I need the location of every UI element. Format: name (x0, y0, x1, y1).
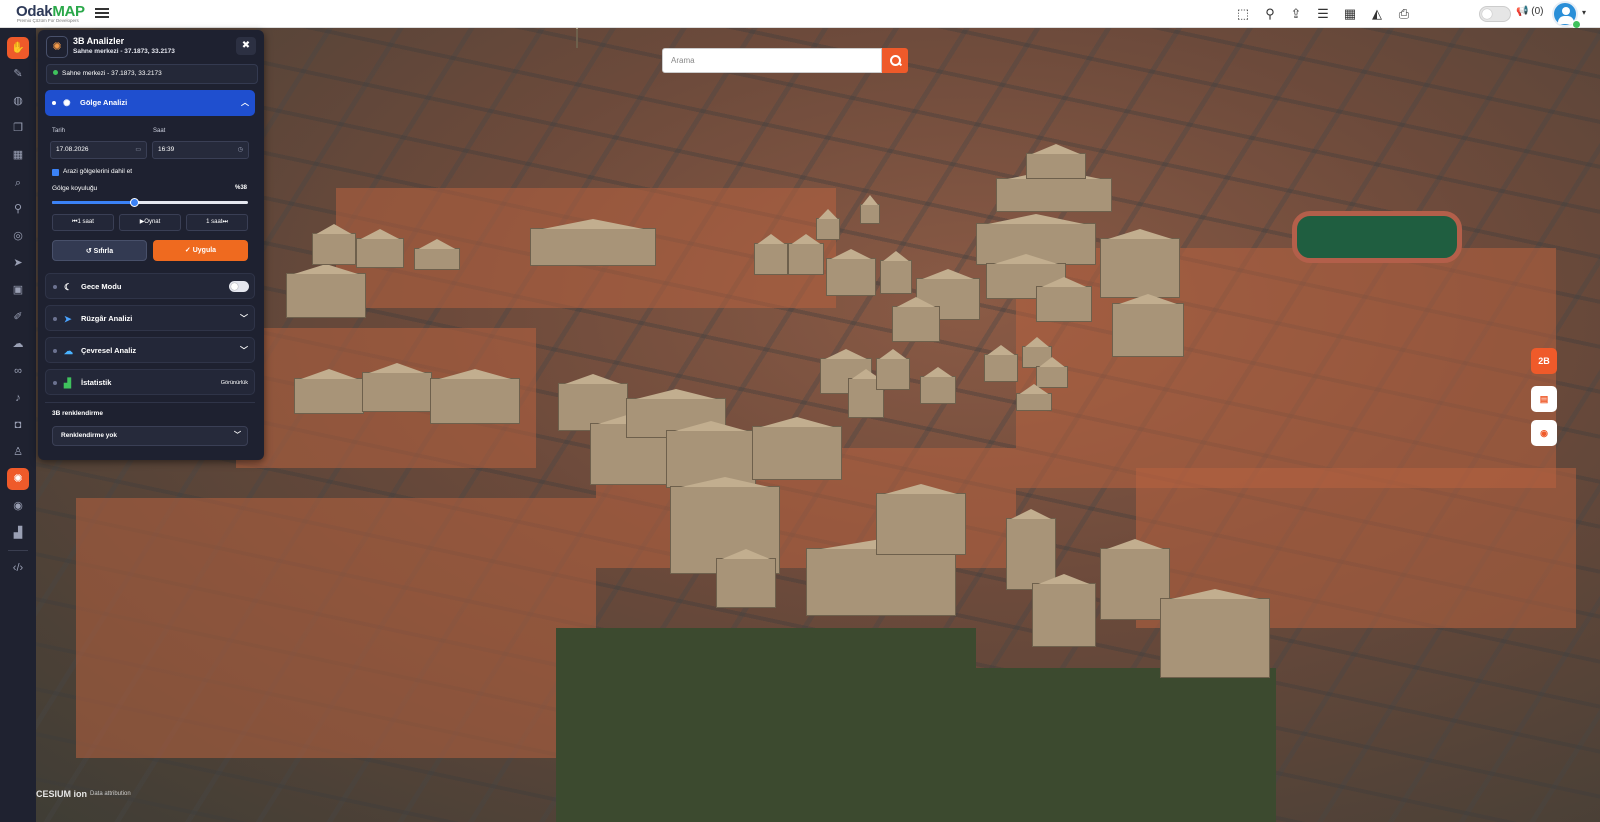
sun-icon: ✺ (63, 98, 71, 108)
reset-icon: ↺ (85, 248, 94, 255)
pin-icon[interactable]: ⚲ (7, 198, 29, 220)
stadium (1292, 211, 1462, 263)
bar-chart-icon: ▟ (64, 378, 71, 388)
date-input[interactable]: 17.08.2026 ▭ (50, 141, 147, 159)
map-layers-icon[interactable]: ▤ (1531, 386, 1557, 412)
date-label: Tarih (52, 128, 66, 134)
user-icon[interactable]: ♙ (7, 441, 29, 463)
view-mode-2b-button[interactable]: 2B (1531, 348, 1557, 374)
calendar-icon[interactable]: ▭ (135, 142, 141, 158)
reset-button[interactable]: ↺ Sıfırla (52, 240, 147, 261)
sun-analysis-icon[interactable]: ✺ (7, 468, 29, 490)
chevron-down-icon: ﹀ (240, 346, 248, 355)
section-shadow-analysis[interactable]: ✺ Gölge Analizi ︿ (45, 90, 255, 116)
brush-icon[interactable]: ✎ (7, 63, 29, 85)
left-tool-rail: ✋ ✎ ◍ ❐ ▦ ⌕ ⚲ ◎ ➤ ▣ ✐ ☁ ∞ ♪ ◘ ♙ ✺ ◉ ▟ ‹/… (0, 28, 36, 822)
panel-subtitle: Sahne merkezi - 37.1873, 33.2173 (73, 48, 175, 55)
close-panel-button[interactable]: ✖ (236, 37, 256, 55)
check-icon: ✓ (184, 247, 193, 254)
search-input[interactable]: Arama (662, 48, 882, 73)
slider-handle[interactable] (130, 198, 140, 207)
eye-icon[interactable]: ◉ (7, 495, 29, 517)
camera-icon[interactable]: ◘ (7, 414, 29, 436)
shadow-darkness-value: %38 (235, 185, 248, 191)
data-attribution-link[interactable]: Data attribution (90, 791, 131, 797)
link-icon[interactable]: ∞ (7, 360, 29, 382)
notifications-button[interactable]: 📢 (0) (1516, 6, 1543, 17)
top-bar: OdakMAP Premio Çözüm For Developers ⬚ ⚲ … (0, 0, 1600, 29)
3d-analysis-panel: ✺ 3B Analizler Sahne merkezi - 37.1873, … (38, 30, 264, 460)
upload-icon[interactable]: ⇪ (1287, 5, 1305, 23)
menu-toggle-button[interactable] (95, 6, 109, 20)
step-forward-hour-button[interactable]: 1 saat⏭ (186, 214, 248, 231)
night-mode-toggle[interactable] (229, 281, 249, 292)
compass-icon[interactable]: ◉ (1531, 420, 1557, 446)
visibility-link[interactable]: Görünürlük (221, 370, 248, 396)
chevron-down-icon: ﹀ (234, 432, 241, 439)
sliders-icon[interactable]: ☰ (1314, 5, 1332, 23)
step-back-hour-button[interactable]: ⏮1 saat (52, 214, 114, 231)
cloud-icon: ☁ (64, 346, 73, 356)
section-environmental-analysis[interactable]: ☁ Çevresel Analiz ﹀ (45, 337, 255, 363)
chevron-down-icon: ﹀ (240, 314, 248, 323)
navigation-arrow-icon: ➤ (64, 314, 72, 324)
search-button[interactable] (882, 48, 908, 73)
chevron-up-icon: ︿ (241, 98, 249, 107)
table-icon[interactable]: ▦ (7, 144, 29, 166)
section-night-mode[interactable]: ☾ Gece Modu (45, 273, 255, 299)
print-icon[interactable]: ⎙ (1395, 5, 1413, 23)
terrain-shadows-checkbox[interactable] (52, 169, 59, 176)
rail-divider (8, 550, 28, 551)
section-statistics[interactable]: ▟ İstatistik Görünürlük (45, 369, 255, 395)
play-button[interactable]: ▶Oynat (119, 214, 181, 231)
app-logo-subtitle: Premio Çözüm For Developers (17, 18, 79, 23)
measure-icon[interactable]: ⬚ (1234, 5, 1252, 23)
cloud-icon[interactable]: ☁ (7, 333, 29, 355)
chart-icon[interactable]: ▟ (7, 522, 29, 544)
bell-icon[interactable]: ♪ (7, 387, 29, 409)
3d-map-view[interactable] (36, 28, 1600, 822)
code-icon[interactable]: ‹/› (7, 557, 29, 579)
terrain-shadows-label: Arazi gölgelerini dahil et (63, 168, 133, 175)
navigation-arrow-icon[interactable]: ➤ (7, 252, 29, 274)
target-icon[interactable]: ◎ (7, 225, 29, 247)
time-input[interactable]: 16:39 ◷ (152, 141, 249, 159)
theme-toggle[interactable] (1479, 6, 1511, 22)
section-wind-analysis[interactable]: ➤ Rüzgâr Analizi ﹀ (45, 305, 255, 331)
clock-icon[interactable]: ◷ (238, 142, 243, 158)
slider-fill (52, 201, 135, 204)
moon-icon: ☾ (64, 282, 73, 292)
cesium-logo: CESIUM ion (36, 789, 87, 799)
layers-grid-icon[interactable]: ▦ (1341, 5, 1359, 23)
shadow-darkness-slider[interactable] (52, 198, 248, 207)
edit-icon[interactable]: ✐ (7, 306, 29, 328)
hand-pan-icon[interactable]: ✋ (7, 37, 29, 59)
image-icon[interactable]: ▣ (7, 279, 29, 301)
globe-icon[interactable]: ◍ (7, 90, 29, 112)
coloring-title: 3B renklendirme (52, 410, 103, 417)
time-label: Saat (153, 128, 166, 134)
scene-center-indicator: Sahne merkezi - 37.1873, 33.2173 (46, 64, 258, 84)
panel-title: 3B Analizler (73, 36, 125, 46)
search-icon[interactable]: ⌕ (7, 172, 29, 194)
chevron-down-icon[interactable]: ▾ (1582, 8, 1586, 17)
location-pin-icon[interactable]: ⚲ (1261, 5, 1279, 23)
paint-bucket-icon[interactable]: ◭ (1368, 5, 1386, 23)
coloring-select[interactable]: Renklendirme yok ﹀ (52, 426, 248, 446)
status-dot (53, 70, 58, 75)
apply-button[interactable]: ✓ Uygula (153, 240, 248, 261)
copy-icon[interactable]: ❐ (7, 117, 29, 139)
sun-icon: ✺ (46, 36, 68, 58)
section-divider (45, 402, 255, 403)
shadow-darkness-label: Gölge koyuluğu (52, 185, 98, 192)
